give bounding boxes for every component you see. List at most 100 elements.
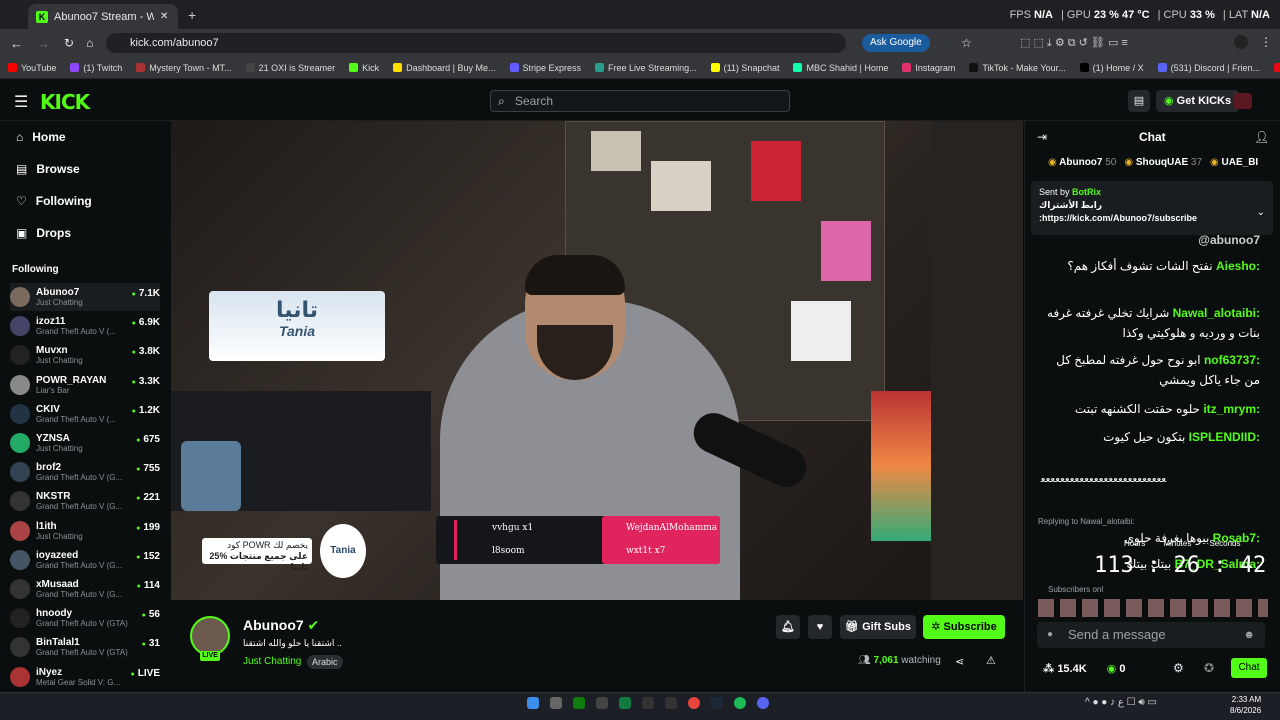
- reload-icon[interactable]: ↻: [64, 36, 74, 50]
- bookmark-item[interactable]: Free Live Streaming...: [595, 63, 697, 73]
- chat-emote-icon[interactable]: ✪: [1204, 661, 1214, 675]
- following-channel[interactable]: BinTalal1Grand Theft Auto V (GTA) 31: [10, 633, 160, 661]
- profile-avatar-icon[interactable]: [1234, 35, 1248, 49]
- extensions-icon[interactable]: ⬚ ⬚ ⤓ ⚙ ⧉ ↺ ⛓ ▭ ≡: [1020, 36, 1128, 50]
- bookmark-item[interactable]: 21 OXI is Streamer: [245, 63, 335, 73]
- system-tray-icons[interactable]: ^ ● ● ♪ ع ☐ 🔊︎ ▭: [1085, 697, 1157, 708]
- chevron-down-icon[interactable]: ⌄: [1257, 207, 1265, 218]
- close-tab-icon[interactable]: ✕: [160, 11, 168, 22]
- get-kicks-button[interactable]: ◉ Get KICKs: [1156, 90, 1240, 112]
- back-icon[interactable]: ←: [10, 36, 23, 51]
- start-icon[interactable]: [527, 697, 539, 709]
- chat-settings-icon[interactable]: ⚙: [1173, 661, 1184, 675]
- notification-bell-icon[interactable]: 🔔︎: [776, 615, 800, 639]
- following-channel[interactable]: ioyazeedGrand Theft Auto V (G... 152: [10, 546, 160, 574]
- chat-message[interactable]: itz_mrym: حلوه حقتت الكشنهه تبتت: [1038, 399, 1260, 419]
- chat-username[interactable]: Aiesho:: [1216, 256, 1260, 276]
- streamer-name[interactable]: Abunoo7 ✔: [243, 617, 319, 634]
- forward-icon[interactable]: →: [37, 36, 50, 51]
- excel-icon[interactable]: [619, 697, 631, 709]
- emoji-icon[interactable]: ☻: [1243, 622, 1255, 648]
- nav-following[interactable]: ♡ Following: [16, 194, 92, 208]
- hamburger-menu-icon[interactable]: ☰: [14, 92, 28, 112]
- nav-drops[interactable]: ▣ Drops: [16, 226, 71, 240]
- bookmark-item[interactable]: Kick: [349, 63, 379, 73]
- discord-icon[interactable]: [757, 697, 769, 709]
- browser-menu-icon[interactable]: ⋮: [1260, 35, 1272, 49]
- chat-username[interactable]: nof63737:: [1204, 350, 1260, 370]
- bookmark-item[interactable]: (11) Snapchat: [710, 63, 779, 73]
- nav-home[interactable]: ⌂ Home: [16, 130, 66, 144]
- app2-icon[interactable]: [642, 697, 654, 709]
- bookmark-item[interactable]: MBC Shahid | Home: [793, 63, 888, 73]
- bookmark-star-icon[interactable]: ☆: [961, 36, 972, 50]
- steam-icon[interactable]: [711, 697, 723, 709]
- chat-send-button[interactable]: Chat: [1231, 658, 1267, 678]
- following-channel[interactable]: izoz11Grand Theft Auto V (... 6.9K: [10, 312, 160, 340]
- home-icon[interactable]: ⌂: [86, 36, 93, 50]
- bookmark-item[interactable]: TikTok - Make Your...: [969, 63, 1066, 73]
- ask-google-button[interactable]: Ask Google: [862, 34, 930, 52]
- following-channel[interactable]: MuvxnJust Chatting 3.8K: [10, 341, 160, 369]
- report-icon[interactable]: ⚠: [986, 654, 996, 667]
- user-avatar[interactable]: [1234, 93, 1252, 109]
- chrome-icon[interactable]: [688, 697, 700, 709]
- app-icon[interactable]: [596, 697, 608, 709]
- streamer-avatar[interactable]: [190, 616, 230, 656]
- chat-username[interactable]: itz_mrym:: [1203, 399, 1260, 419]
- bookmark-item[interactable]: Instagram: [902, 63, 955, 73]
- bookmark-item[interactable]: Stripe Express: [509, 63, 581, 73]
- chat-users-icon[interactable]: 👤︎: [1254, 130, 1269, 144]
- pinned-link[interactable]: :https://kick.com/Abunoo7/subscribe: [1039, 213, 1265, 223]
- kick-logo[interactable]: KICK: [40, 90, 90, 114]
- following-channel[interactable]: l1ithJust Chatting 199: [10, 517, 160, 545]
- following-channel[interactable]: brof2Grand Theft Auto V (G... 755: [10, 458, 160, 486]
- stream-category[interactable]: Just Chatting: [243, 656, 301, 667]
- chat-message[interactable]: Aiesho: نفتح الشات تشوف أفكاز هم؟: [1038, 256, 1260, 276]
- bookmark-item[interactable]: Dashboard | Buy Me...: [393, 63, 496, 73]
- chat-message[interactable]: Nawal_alotaibi: شرايك تخلي غرفته غرفه بن…: [1038, 303, 1260, 343]
- gifter-item[interactable]: ◉ Abunoo7 50: [1048, 157, 1116, 168]
- chat-username[interactable]: @abunoo7: [1198, 230, 1260, 250]
- spotify-icon[interactable]: [734, 697, 746, 709]
- following-channel[interactable]: hnoodyGrand Theft Auto V (GTA) 56: [10, 604, 160, 632]
- following-channel[interactable]: iNyezMetal Gear Solid V: G... LIVE: [10, 663, 160, 691]
- pinned-message[interactable]: Sent by BotRix رابط الأشتراك :https://ki…: [1031, 181, 1273, 235]
- chat-message[interactable]: ﻌﻌﻌﻌﻌﻌﻌﻌﻌﻌﻌﻌﻌﻌﻌﻌﻌﻌﻌﻌﻌﻌﻌﻌﻌﻌ: [1038, 470, 1260, 490]
- chat-message[interactable]: nof63737: ابو نوح حول غرفته لمطبخ كل من …: [1038, 350, 1260, 390]
- bookmark-item[interactable]: (1) Home / X: [1079, 63, 1144, 73]
- app3-icon[interactable]: [665, 697, 677, 709]
- subscribe-button[interactable]: ✲ Subscribe: [923, 615, 1005, 639]
- following-channel[interactable]: YZNSAJust Chatting 675: [10, 429, 160, 457]
- address-bar[interactable]: kick.com/abunoo7: [106, 33, 846, 53]
- new-tab-icon[interactable]: +: [188, 7, 196, 23]
- following-channel[interactable]: xMusaadGrand Theft Auto V (G... 114: [10, 575, 160, 603]
- chat-message[interactable]: ISPLENDIID: بتكون حيل كيوت: [1038, 427, 1260, 447]
- chat-username[interactable]: ISPLENDIID:: [1189, 427, 1260, 447]
- channel-points[interactable]: ◉ 0: [1107, 662, 1126, 675]
- chat-input[interactable]: ● Send a message ☻: [1037, 622, 1265, 648]
- following-channel[interactable]: POWR_RAYANLiar's Bar 3.3K: [10, 371, 160, 399]
- taskbar-clock[interactable]: 2:33 AM 8/6/2026: [1230, 694, 1261, 716]
- kicks-balance[interactable]: ⁂ 15.4K: [1043, 662, 1087, 675]
- bookmark-item[interactable]: CineHD - Your Ultim...: [1273, 63, 1280, 73]
- following-channel[interactable]: NKSTRGrand Theft Auto V (G... 221: [10, 487, 160, 515]
- follow-heart-icon[interactable]: ♥: [808, 615, 832, 639]
- following-channel[interactable]: Abunoo7Just Chatting 7.1K: [10, 283, 160, 311]
- gift-subs-button[interactable]: 🎁︎ Gift Subs: [840, 615, 916, 639]
- gifter-item[interactable]: ◉ ShouqUAE 37: [1124, 157, 1202, 168]
- chat-message[interactable]: @abunoo7: [1038, 230, 1260, 250]
- gifter-item[interactable]: ◉ UAE_BI: [1210, 157, 1258, 168]
- following-channel[interactable]: CKIVGrand Theft Auto V (... 1.2K: [10, 400, 160, 428]
- nav-browse[interactable]: ▤ Browse: [16, 162, 80, 176]
- browse-categories-icon[interactable]: ▤: [1128, 90, 1150, 112]
- bookmark-item[interactable]: (1) Twitch: [70, 63, 122, 73]
- xbox-icon[interactable]: [573, 697, 585, 709]
- chat-username[interactable]: Nawal_alotaibi:: [1173, 303, 1260, 323]
- widget-icon[interactable]: [550, 697, 562, 709]
- share-icon[interactable]: ⋖: [955, 655, 964, 668]
- bookmark-item[interactable]: Mystery Town - MT...: [136, 63, 232, 73]
- bookmark-item[interactable]: YouTube: [8, 63, 56, 73]
- stream-tag[interactable]: Arabic: [307, 655, 343, 669]
- bookmark-item[interactable]: (531) Discord | Frien...: [1157, 63, 1260, 73]
